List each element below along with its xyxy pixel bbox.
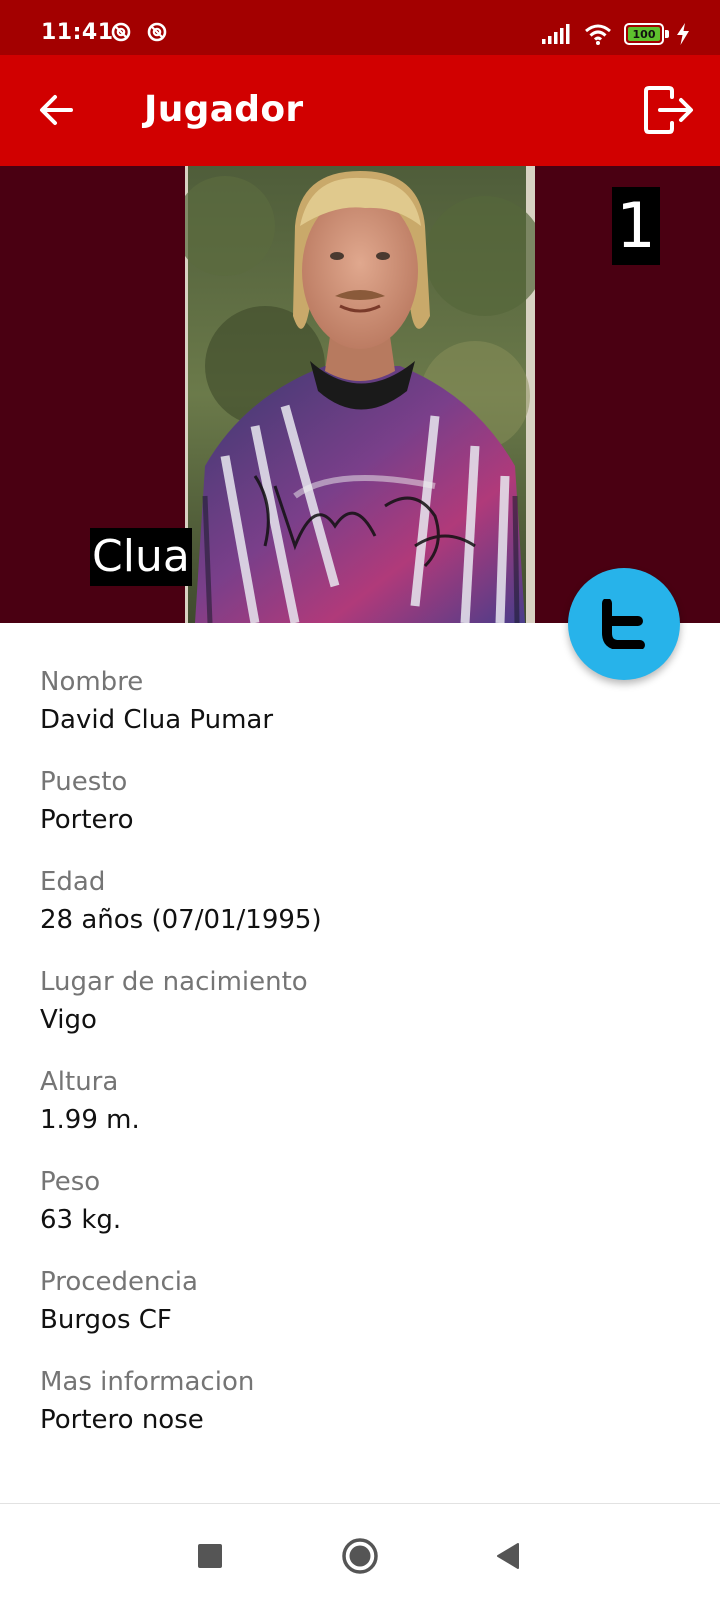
field-label: Peso xyxy=(40,1167,101,1197)
logout-button[interactable] xyxy=(636,80,700,140)
field-altura: Altura 1.99 m. xyxy=(40,1064,680,1164)
home-button[interactable] xyxy=(338,1534,382,1578)
player-short-name: Clua xyxy=(90,528,192,586)
field-value: 1.99 m. xyxy=(40,1105,140,1135)
player-number: 1 xyxy=(612,187,660,265)
field-value: Portero nose xyxy=(40,1405,204,1435)
recents-button[interactable] xyxy=(188,1534,232,1578)
arrow-left-icon xyxy=(40,95,73,125)
field-edad: Edad 28 años (07/01/1995) xyxy=(40,864,680,964)
field-label: Puesto xyxy=(40,767,128,797)
battery-icon: 100 xyxy=(624,23,670,45)
field-value: David Clua Pumar xyxy=(40,705,274,735)
signal-icon xyxy=(542,24,570,44)
field-label: Nombre xyxy=(40,667,144,697)
twitter-t-icon xyxy=(602,599,645,649)
field-value: Portero xyxy=(40,805,134,835)
back-button[interactable] xyxy=(28,82,84,138)
field-mas-informacion: Mas informacion Portero nose xyxy=(40,1364,680,1464)
recents-square-icon xyxy=(198,1544,222,1568)
field-label: Altura xyxy=(40,1067,119,1097)
field-label: Lugar de nacimiento xyxy=(40,967,308,997)
field-value: 63 kg. xyxy=(40,1205,122,1235)
field-peso: Peso 63 kg. xyxy=(40,1164,680,1264)
home-circle-icon xyxy=(342,1538,378,1574)
back-nav-button[interactable] xyxy=(486,1534,530,1578)
field-value: Vigo xyxy=(40,1005,97,1035)
wifi-icon xyxy=(585,24,611,45)
field-value: Burgos CF xyxy=(40,1305,172,1335)
player-details: Nombre David Clua Pumar Puesto Portero E… xyxy=(40,664,680,1464)
status-bar: 11:41 100 xyxy=(0,0,720,55)
no-disturb-icon xyxy=(111,22,131,42)
field-lugar-nacimiento: Lugar de nacimiento Vigo xyxy=(40,964,680,1064)
no-disturb-icon xyxy=(147,22,167,42)
field-procedencia: Procedencia Burgos CF xyxy=(40,1264,680,1364)
page-title: Jugador xyxy=(144,89,304,130)
field-puesto: Puesto Portero xyxy=(40,764,680,864)
field-nombre: Nombre David Clua Pumar xyxy=(40,664,680,764)
field-value: 28 años (07/01/1995) xyxy=(40,905,322,935)
system-nav-bar xyxy=(0,1503,720,1601)
field-label: Edad xyxy=(40,867,106,897)
twitter-button[interactable] xyxy=(568,568,680,680)
app-bar: Jugador xyxy=(0,55,720,166)
field-label: Mas informacion xyxy=(40,1367,255,1397)
charging-icon xyxy=(677,23,689,45)
player-photo xyxy=(185,166,535,623)
status-time: 11:41 xyxy=(41,20,114,45)
logout-icon xyxy=(644,86,693,134)
back-triangle-icon xyxy=(497,1543,519,1569)
field-label: Procedencia xyxy=(40,1267,198,1297)
battery-level: 100 xyxy=(632,27,656,41)
player-header: 1 Clua xyxy=(0,166,720,623)
